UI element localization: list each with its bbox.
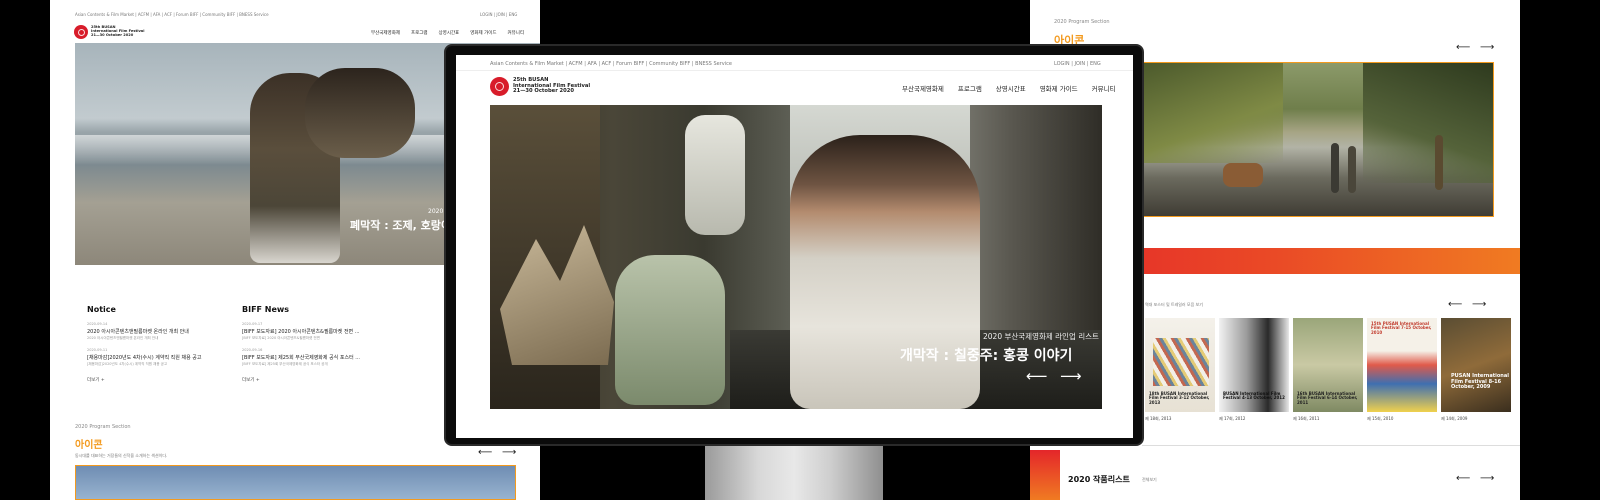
divider xyxy=(456,70,1133,71)
slide-image-figure xyxy=(1435,135,1443,190)
poster-card[interactable]: 15th PUSAN International Film Festival 7… xyxy=(1367,318,1437,412)
nav-item-community[interactable]: 커뮤니티 xyxy=(1092,83,1116,93)
nav-item-festival[interactable]: 부산국제영화제 xyxy=(371,30,400,36)
account-links[interactable]: LOGIN | JOIN | ENG xyxy=(1054,61,1101,67)
archive-desc: 역대 포스터 및 트레일러 모음 보기 xyxy=(1145,302,1203,307)
program-section-label: 2020 Program Section xyxy=(75,424,131,430)
orange-band xyxy=(1030,450,1060,500)
news-more-link[interactable]: 더보기 + xyxy=(242,377,260,383)
poster-text: PUSAN International Film Festival 8-16 O… xyxy=(1451,373,1509,390)
arrow-left-icon[interactable]: ⟵ xyxy=(478,447,492,458)
main-nav: 부산국제영화제 프로그램 상영시간표 영화제 가이드 커뮤니티 xyxy=(371,30,524,36)
news-item-title[interactable]: [BIFF 보도자료] 제25회 부산국제영화제 공식 포스터 ... xyxy=(242,354,360,361)
film-list-more-link[interactable]: 전체보기 xyxy=(1142,477,1157,483)
poster-card[interactable]: 16th BUSAN International Film Festival 6… xyxy=(1293,318,1363,412)
nav-item-schedule[interactable]: 상영시간표 xyxy=(996,83,1026,93)
nav-item-community[interactable]: 커뮤니티 xyxy=(508,30,525,36)
main-nav: 부산국제영화제 프로그램 상영시간표 영화제 가이드 커뮤니티 xyxy=(902,83,1116,93)
program-slide-image[interactable] xyxy=(75,465,516,500)
hero-banner[interactable]: 2020 부산국제영화제 라인업 리스트 개막작 : 칠중주: 홍콩 이야기 ⟵… xyxy=(490,105,1102,409)
slide-image-trees xyxy=(1363,63,1493,183)
logo-text: 25th BUSAN International Film Festival 2… xyxy=(513,77,590,95)
arrow-right-icon[interactable]: ⟶ xyxy=(1472,299,1486,310)
poster-caption: 제 17회, 2012 xyxy=(1219,416,1246,421)
notice-title: Notice xyxy=(87,305,116,314)
notice-date: 2020-09-11 xyxy=(87,348,108,352)
news-title: BIFF News xyxy=(242,305,290,314)
news-date: 2020-09-17 xyxy=(242,322,263,326)
account-links[interactable]: LOGIN | JOIN | ENG xyxy=(480,12,517,17)
poster-card[interactable]: PUSAN International Film Festival 8-16 O… xyxy=(1441,318,1511,412)
program-section-desc: 동시대를 대표하는 거장들의 신작을 소개하는 섹션이다. xyxy=(75,453,168,458)
news-date: 2020-09-16 xyxy=(242,348,263,352)
poster-artwork xyxy=(1153,338,1209,386)
poster-caption: 제 16회, 2011 xyxy=(1293,416,1320,421)
nav-item-festival[interactable]: 부산국제영화제 xyxy=(902,83,944,93)
hero-caption-small: 2020 부산국제영화제 라인업 리스트 xyxy=(983,332,1099,341)
slide-image-cow xyxy=(1223,163,1263,187)
slide-image-figure xyxy=(1331,143,1339,193)
monitor-frame: Asian Contents & Film Market | ACFM | AF… xyxy=(444,44,1144,446)
logo-line3: 21—30 October 2020 xyxy=(513,88,574,95)
poster-text: 16th BUSAN International Film Festival 6… xyxy=(1297,391,1358,405)
program-section-label: 2020 Program Section xyxy=(1054,19,1110,25)
site-logo[interactable]: 25th BUSAN International Film Festival 2… xyxy=(74,25,144,39)
hero-image-statue xyxy=(685,115,745,235)
hero-image-angel xyxy=(615,255,725,405)
arrow-left-icon[interactable]: ⟵ xyxy=(1026,367,1048,385)
divider xyxy=(1142,445,1520,446)
poster-caption: 제 15회, 2010 xyxy=(1367,416,1394,421)
film-list-title: 2020 작품리스트 xyxy=(1068,475,1130,484)
poster-caption: 제 14회, 2009 xyxy=(1441,416,1468,421)
showcase-stage: Asian Contents & Film Market | ACFM | AF… xyxy=(0,0,1600,500)
notice-item-desc: 2020 아시아콘텐츠앤필름마켓 온라인 개최 안내 xyxy=(87,336,159,340)
nav-item-program[interactable]: 프로그램 xyxy=(411,30,428,36)
program-section-title: 아이콘 xyxy=(75,440,103,451)
poster-card[interactable]: 18th BUSAN International Film Festival 3… xyxy=(1145,318,1215,412)
notice-item-title[interactable]: [채용마감]2020년도 4차(수시) 계약직 직원 채용 공고 xyxy=(87,354,201,361)
arrow-left-icon[interactable]: ⟵ xyxy=(1456,473,1470,484)
poster-text: 15th PUSAN International Film Festival 7… xyxy=(1371,321,1432,335)
news-item-desc: [BIFF 보도자료] 2020 아시아콘텐츠&필름마켓 전면 xyxy=(242,336,320,340)
notice-more-link[interactable]: 더보기 + xyxy=(87,377,105,383)
biff-logo-icon xyxy=(490,77,509,96)
notice-item-desc: [채용마감]2020년도 4차(수시) 계약직 직원 채용 공고 xyxy=(87,362,168,366)
util-links[interactable]: Asian Contents & Film Market | ACFM | AF… xyxy=(490,61,732,67)
poster-card[interactable]: BUSAN International Film Festival 4-13 O… xyxy=(1219,318,1289,412)
site-logo[interactable]: 25th BUSAN International Film Festival 2… xyxy=(490,77,590,96)
slide-image-figure xyxy=(1348,146,1356,193)
poster-archive: 18th BUSAN International Film Festival 3… xyxy=(1145,318,1511,412)
slide-image-trees xyxy=(1143,63,1283,163)
arrow-left-icon[interactable]: ⟵ xyxy=(1456,42,1470,53)
poster-text: BUSAN International Film Festival 4-13 O… xyxy=(1223,391,1285,401)
news-item-title[interactable]: [BIFF 보도자료] 2020 아시아콘텐츠&필름마켓 전면 ... xyxy=(242,328,360,335)
monitor-screen: Asian Contents & Film Market | ACFM | AF… xyxy=(456,55,1133,438)
notice-date: 2020-09-14 xyxy=(87,322,108,326)
nav-item-guide[interactable]: 영화제 가이드 xyxy=(1040,83,1078,93)
hero-image-figure xyxy=(305,68,415,158)
arrow-right-icon[interactable]: ⟶ xyxy=(1480,473,1494,484)
logo-text: 25th BUSAN International Film Festival 2… xyxy=(91,26,144,37)
poster-caption: 제 18회, 2013 xyxy=(1145,416,1172,421)
arrow-right-icon[interactable]: ⟶ xyxy=(1480,42,1494,53)
notice-item-title[interactable]: 2020 아시아콘텐츠앤필름마켓 온라인 개최 안내 xyxy=(87,328,189,335)
hero-caption-title[interactable]: 개막작 : 칠중주: 홍콩 이야기 xyxy=(900,345,1072,365)
monitor-stand xyxy=(705,446,883,500)
arrow-right-icon[interactable]: ⟶ xyxy=(502,447,516,458)
biff-logo-icon xyxy=(74,25,88,39)
poster-text: 18th BUSAN International Film Festival 3… xyxy=(1149,391,1210,405)
nav-item-guide[interactable]: 영화제 가이드 xyxy=(470,30,496,36)
program-slide-image[interactable] xyxy=(1142,62,1494,217)
arrow-right-icon[interactable]: ⟶ xyxy=(1060,367,1082,385)
util-links[interactable]: Asian Contents & Film Market | ACFM | AF… xyxy=(75,12,269,17)
news-item-desc: [BIFF 보도자료] 제25회 부산국제영화제 공식 포스터 공개 xyxy=(242,362,328,366)
nav-item-program[interactable]: 프로그램 xyxy=(958,83,982,93)
arrow-left-icon[interactable]: ⟵ xyxy=(1448,299,1462,310)
hero-image-actor xyxy=(790,135,980,409)
logo-line3: 21—30 October 2020 xyxy=(91,32,134,37)
nav-item-schedule[interactable]: 상영시간표 xyxy=(439,30,460,36)
